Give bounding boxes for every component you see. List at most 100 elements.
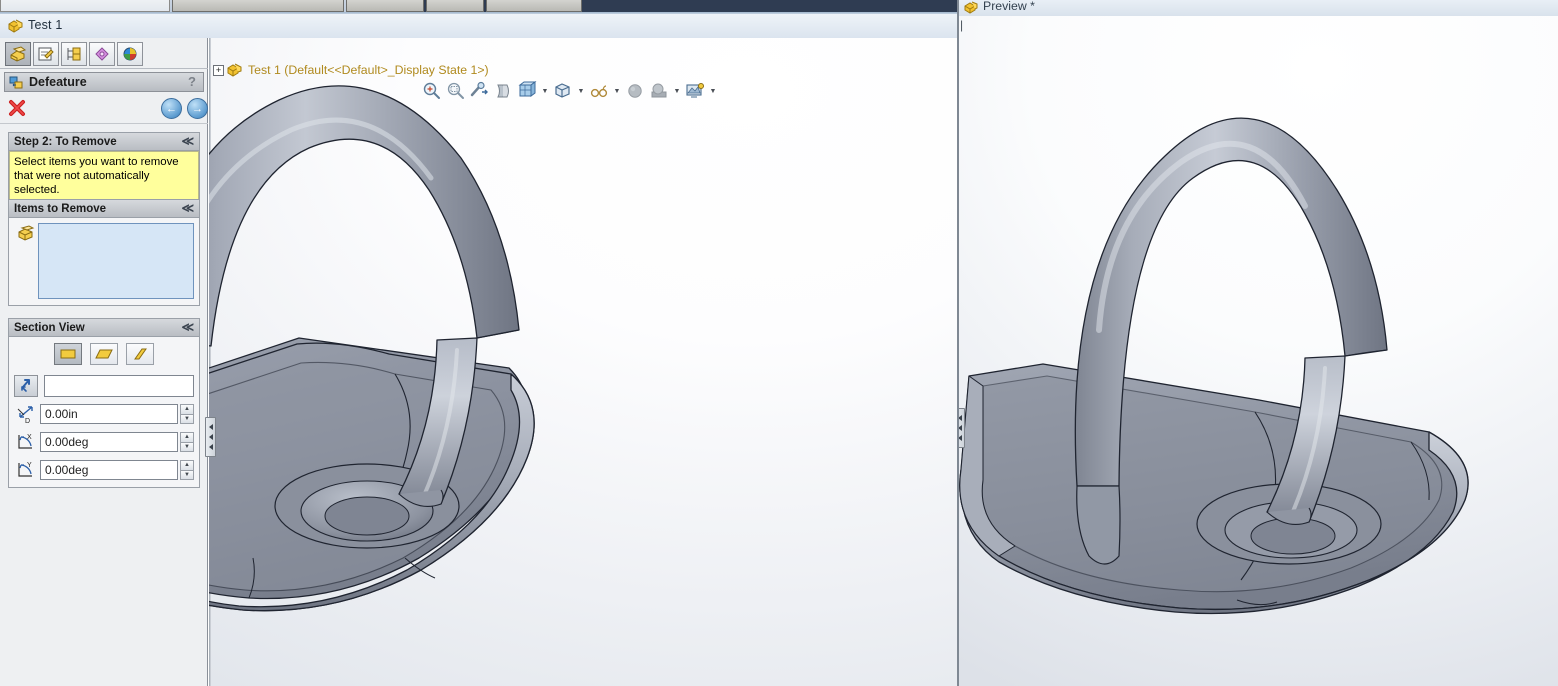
flyout-feature-tree[interactable]: + Test 1 (Default<<Default>_Display Stat… (213, 62, 489, 78)
section-view-group: Section View ≪ D 0.00in ▲ ▼ X 0.00deg ▲ … (8, 318, 200, 488)
cancel-button[interactable] (8, 99, 26, 117)
rotation-x-row: X 0.00deg ▲ ▼ (9, 428, 199, 456)
chevron-down-icon[interactable]: ▼ (612, 80, 622, 102)
rotation-x-stepper[interactable]: ▲ ▼ (180, 432, 194, 452)
solid-body-icon (14, 223, 38, 245)
ribbon-tab-2[interactable] (346, 0, 424, 12)
manager-tab-divider (0, 68, 208, 69)
offset-distance-stepper[interactable]: ▲ ▼ (180, 404, 194, 424)
property-manager-actions: ← → (0, 96, 208, 124)
stepper-up-icon[interactable]: ▲ (180, 432, 194, 442)
manager-tab-bar (5, 42, 143, 66)
chevron-left-icon (208, 434, 213, 440)
reference-selector-row (9, 372, 199, 400)
ribbon-tab-1[interactable] (172, 0, 344, 12)
rotation-y-field[interactable]: 0.00deg (40, 460, 178, 480)
chevron-left-icon (959, 425, 962, 431)
previous-view-icon[interactable] (468, 80, 490, 102)
property-manager-tab[interactable] (33, 42, 59, 66)
view-orientation-icon[interactable] (516, 80, 538, 102)
flyout-tree-label: Test 1 (Default<<Default>_Display State … (248, 63, 489, 77)
offset-distance-icon: D (14, 403, 40, 425)
section-view-header[interactable]: Section View ≪ (9, 319, 199, 337)
ribbon-tab-4[interactable] (486, 0, 582, 12)
stepper-up-icon[interactable]: ▲ (180, 404, 194, 414)
offset-distance-row: D 0.00in ▲ ▼ (9, 400, 199, 428)
chevron-left-icon (208, 424, 213, 430)
chevron-down-icon[interactable]: ▼ (540, 80, 550, 102)
u-bolt-pad-eye-model (959, 117, 1469, 615)
scene-icon[interactable] (648, 80, 670, 102)
front-plane-button[interactable] (54, 343, 82, 365)
view-toolbar: ▼ ▼ ▼ ▼ ▼ (420, 78, 718, 104)
chevron-down-icon[interactable]: ▼ (672, 80, 682, 102)
preview-pane-splitter[interactable] (959, 408, 965, 448)
top-plane-button[interactable] (90, 343, 118, 365)
chevron-down-icon[interactable]: ▼ (708, 80, 718, 102)
display-style-cube-icon[interactable] (552, 80, 574, 102)
actions-divider (0, 123, 208, 124)
rotate-y-icon: Y (14, 459, 40, 481)
appearance-sphere-icon[interactable] (624, 80, 646, 102)
next-step-button[interactable]: → (187, 98, 208, 119)
solidworks-window: Test 1 ◧ ◨ — ▭ ✕ (0, 0, 1558, 686)
step-to-remove-group: Step 2: To Remove ≪ Select items you wan… (8, 132, 200, 202)
ribbon-tab-3[interactable] (426, 0, 484, 12)
chevron-left-icon (208, 444, 213, 450)
preview-header (959, 0, 1558, 16)
items-selection-row (9, 218, 199, 305)
ribbon-tab-0[interactable] (0, 0, 170, 12)
items-to-remove-header[interactable]: Items to Remove ≪ (9, 200, 199, 218)
previous-step-button[interactable]: ← (161, 98, 182, 119)
preview-pane[interactable]: Preview * | (959, 0, 1558, 686)
offset-distance-field[interactable]: 0.00in (40, 404, 178, 424)
preview-cursor-marker: | (960, 18, 964, 32)
right-plane-button[interactable] (126, 343, 154, 365)
part-document-icon (963, 0, 979, 15)
collapse-chevron-icon[interactable]: ≪ (181, 320, 194, 335)
items-to-remove-listbox[interactable] (38, 223, 194, 299)
graphics-left-edge (209, 38, 211, 686)
chevron-left-icon (959, 435, 962, 441)
step-instruction-note: Select items you want to remove that wer… (9, 151, 199, 201)
svg-text:X: X (27, 434, 32, 441)
zoom-area-icon[interactable] (444, 80, 466, 102)
svg-text:D: D (25, 418, 30, 424)
step-to-remove-header[interactable]: Step 2: To Remove ≪ (9, 133, 199, 151)
section-view-icon[interactable] (492, 80, 514, 102)
help-button[interactable]: ? (188, 74, 196, 89)
collapse-chevron-icon[interactable]: ≪ (181, 201, 194, 216)
feature-manager-tab[interactable] (5, 42, 31, 66)
graphics-area[interactable]: + Test 1 (Default<<Default>_Display Stat… (209, 38, 958, 686)
select-reference-icon[interactable] (14, 375, 38, 397)
part-document-icon (226, 62, 243, 78)
chevron-left-icon (959, 415, 962, 421)
display-manager-tab[interactable] (117, 42, 143, 66)
left-panel-splitter[interactable] (205, 417, 216, 457)
glasses-icon[interactable] (588, 80, 610, 102)
collapse-chevron-icon[interactable]: ≪ (181, 134, 194, 149)
rotation-y-stepper[interactable]: ▲ ▼ (180, 460, 194, 480)
property-manager-panel: Defeature ? ← → Step 2: To Remove ≪ Sele… (0, 38, 208, 686)
rotation-x-field[interactable]: 0.00deg (40, 432, 178, 452)
zoom-fit-icon[interactable] (420, 80, 442, 102)
property-manager-title: Defeature (29, 75, 87, 89)
expand-tree-icon[interactable]: + (213, 64, 224, 76)
svg-text:Y: Y (27, 462, 32, 469)
document-title: Test 1 (28, 18, 63, 32)
dimxpert-manager-tab[interactable] (89, 42, 115, 66)
stepper-up-icon[interactable]: ▲ (180, 460, 194, 470)
stepper-down-icon[interactable]: ▼ (180, 441, 194, 452)
defeature-icon (9, 76, 24, 90)
stepper-down-icon[interactable]: ▼ (180, 413, 194, 424)
reference-plane-field[interactable] (44, 375, 194, 397)
chevron-down-icon[interactable]: ▼ (576, 80, 586, 102)
part-document-icon (7, 18, 24, 34)
section-view-title: Section View (14, 321, 85, 334)
stepper-down-icon[interactable]: ▼ (180, 469, 194, 480)
rotate-x-icon: X (14, 431, 40, 453)
rotation-y-row: Y 0.00deg ▲ ▼ (9, 456, 199, 487)
view-settings-icon[interactable] (684, 80, 706, 102)
configuration-manager-tab[interactable] (61, 42, 87, 66)
document-title-bar (0, 14, 958, 38)
